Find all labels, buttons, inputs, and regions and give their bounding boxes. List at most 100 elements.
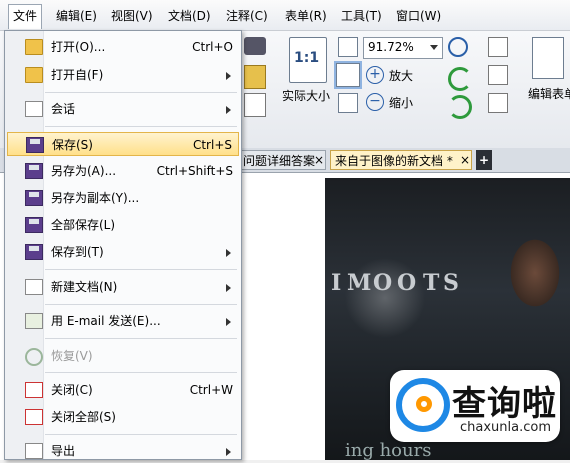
zoom-out-label[interactable]: 缩小 <box>389 94 413 111</box>
menu-item-shortcut: Ctrl+Shift+S <box>156 164 233 178</box>
zoom-in-icon[interactable]: + <box>366 66 384 84</box>
photo-sign-letter: I <box>331 270 342 296</box>
paste-icon[interactable] <box>244 65 266 89</box>
photo-sign-letter: O <box>373 270 393 296</box>
menu-item-label: 保存(S) <box>52 138 93 152</box>
zoom-value: 91.72% <box>368 40 414 54</box>
menu-item-save[interactable]: 保存(S) Ctrl+S <box>7 132 239 156</box>
menu-item-new-document[interactable]: 新建文档(N) <box>7 275 239 299</box>
chevron-down-icon <box>430 45 438 50</box>
menu-item-close-all[interactable]: 关闭全部(S) <box>7 405 239 429</box>
tab-close-icon[interactable]: × <box>314 150 328 170</box>
fit-width-icon[interactable] <box>334 61 362 89</box>
folder-open-icon <box>25 39 43 55</box>
menu-tools[interactable]: 工具(T) <box>337 6 386 26</box>
menu-separator <box>45 269 237 270</box>
menu-document[interactable]: 文档(D) <box>164 6 215 26</box>
folder-web-icon <box>25 67 43 83</box>
text-field-icon[interactable] <box>488 65 508 85</box>
revert-icon <box>25 348 43 366</box>
fit-visible-icon[interactable] <box>338 93 358 113</box>
form-field-icon[interactable] <box>488 37 508 57</box>
menu-item-label: 另存为副本(Y)... <box>51 191 140 205</box>
tab-close-icon[interactable]: × <box>460 150 472 170</box>
edit-form-label[interactable]: 编辑表单 <box>528 85 570 102</box>
menu-item-label: 关闭全部(S) <box>51 410 116 424</box>
menu-item-label: 用 E-mail 发送(E)... <box>51 314 161 328</box>
menu-item-label: 保存到(T) <box>51 245 104 259</box>
watermark-badge: 查询啦 chaxunla.com <box>390 370 560 442</box>
fit-page-icon[interactable] <box>338 37 358 57</box>
tab-label: 来自于图像的新文档 * <box>335 154 453 168</box>
menu-item-label: 关闭(C) <box>51 383 93 397</box>
menu-item-close[interactable]: 关闭(C) Ctrl+W <box>7 378 239 402</box>
close-doc-icon <box>25 382 43 398</box>
export-icon <box>25 443 43 459</box>
menu-item-label: 导出 <box>51 444 76 458</box>
new-document-icon <box>25 279 43 295</box>
save-icon <box>26 137 44 153</box>
menu-file[interactable]: 文件 <box>8 4 43 29</box>
tab-new-image-doc[interactable]: 来自于图像的新文档 * <box>330 150 472 170</box>
submenu-arrow-icon <box>226 448 231 456</box>
menu-item-revert: 恢复(V) <box>7 344 239 368</box>
email-icon <box>25 313 43 329</box>
photo-sign-letter: O <box>397 270 417 296</box>
menu-bar: 文件 编辑(E) 视图(V) 文档(D) 注释(C) 表单(R) 工具(T) 窗… <box>0 0 570 31</box>
menu-separator <box>45 126 237 127</box>
photo-bottom-text: ing hours <box>345 440 432 460</box>
menu-separator <box>45 434 237 435</box>
menu-comment[interactable]: 注释(C) <box>222 6 272 26</box>
menu-item-save-copy[interactable]: 另存为副本(Y)... <box>7 186 239 210</box>
photo-sign-letter: S <box>443 270 459 296</box>
save-to-icon <box>25 244 43 260</box>
menu-item-shortcut: Ctrl+O <box>192 40 233 54</box>
submenu-arrow-icon <box>226 72 231 80</box>
edit-form-icon[interactable] <box>532 37 564 79</box>
watermark-title: 查询啦 <box>452 384 557 424</box>
menu-separator <box>45 338 237 339</box>
photo-sign-letter: T <box>423 270 440 296</box>
menu-item-open[interactable]: 打开(O)... Ctrl+O <box>7 35 239 59</box>
menu-item-label: 另存为(A)... <box>51 164 117 178</box>
magnifier-icon[interactable] <box>448 37 468 57</box>
submenu-arrow-icon <box>226 318 231 326</box>
watermark-subtitle: chaxunla.com <box>460 420 551 435</box>
photo-sign-letter: M <box>347 270 372 296</box>
menu-form[interactable]: 表单(R) <box>281 6 331 26</box>
document-icon[interactable] <box>244 93 266 117</box>
zoom-combobox[interactable]: 91.72% <box>363 37 443 59</box>
menu-item-open-from[interactable]: 打开自(F) <box>7 63 239 87</box>
menu-item-shortcut: Ctrl+W <box>189 383 233 397</box>
menu-item-export[interactable]: 导出 <box>7 439 239 463</box>
session-icon <box>25 101 43 117</box>
rotate-right-icon[interactable] <box>448 67 472 91</box>
menu-item-save-all[interactable]: 全部保存(L) <box>7 213 239 237</box>
actual-size-icon[interactable]: 1:1 <box>289 37 327 83</box>
menu-view[interactable]: 视图(V) <box>107 6 157 26</box>
zoom-in-label[interactable]: 放大 <box>389 67 413 84</box>
zoom-out-icon[interactable]: − <box>366 93 384 111</box>
menu-edit[interactable]: 编辑(E) <box>52 6 101 26</box>
rotate-left-icon[interactable] <box>448 95 472 119</box>
menu-item-shortcut: Ctrl+S <box>192 138 232 152</box>
menu-item-save-to[interactable]: 保存到(T) <box>7 240 239 264</box>
submenu-arrow-icon <box>226 249 231 257</box>
menu-item-label: 恢复(V) <box>51 349 93 363</box>
list-field-icon[interactable] <box>488 93 508 113</box>
menu-item-label: 打开(O)... <box>51 40 106 54</box>
menu-item-email[interactable]: 用 E-mail 发送(E)... <box>7 309 239 333</box>
new-tab-button[interactable]: + <box>476 150 492 170</box>
menu-item-save-as[interactable]: 另存为(A)... Ctrl+Shift+S <box>7 159 239 183</box>
menu-separator <box>45 304 237 305</box>
submenu-arrow-icon <box>226 284 231 292</box>
menu-item-session[interactable]: 会话 <box>7 97 239 121</box>
actual-size-icon-text: 1:1 <box>294 50 320 66</box>
camera-icon[interactable] <box>244 37 266 55</box>
save-as-icon <box>25 163 43 179</box>
menu-window[interactable]: 窗口(W) <box>392 6 445 26</box>
menu-separator <box>45 92 237 93</box>
actual-size-label[interactable]: 实际大小 <box>282 87 330 104</box>
tab-label: 问题详细答案 <box>243 154 316 168</box>
tab-answer-doc[interactable]: 问题详细答案 <box>238 150 326 170</box>
